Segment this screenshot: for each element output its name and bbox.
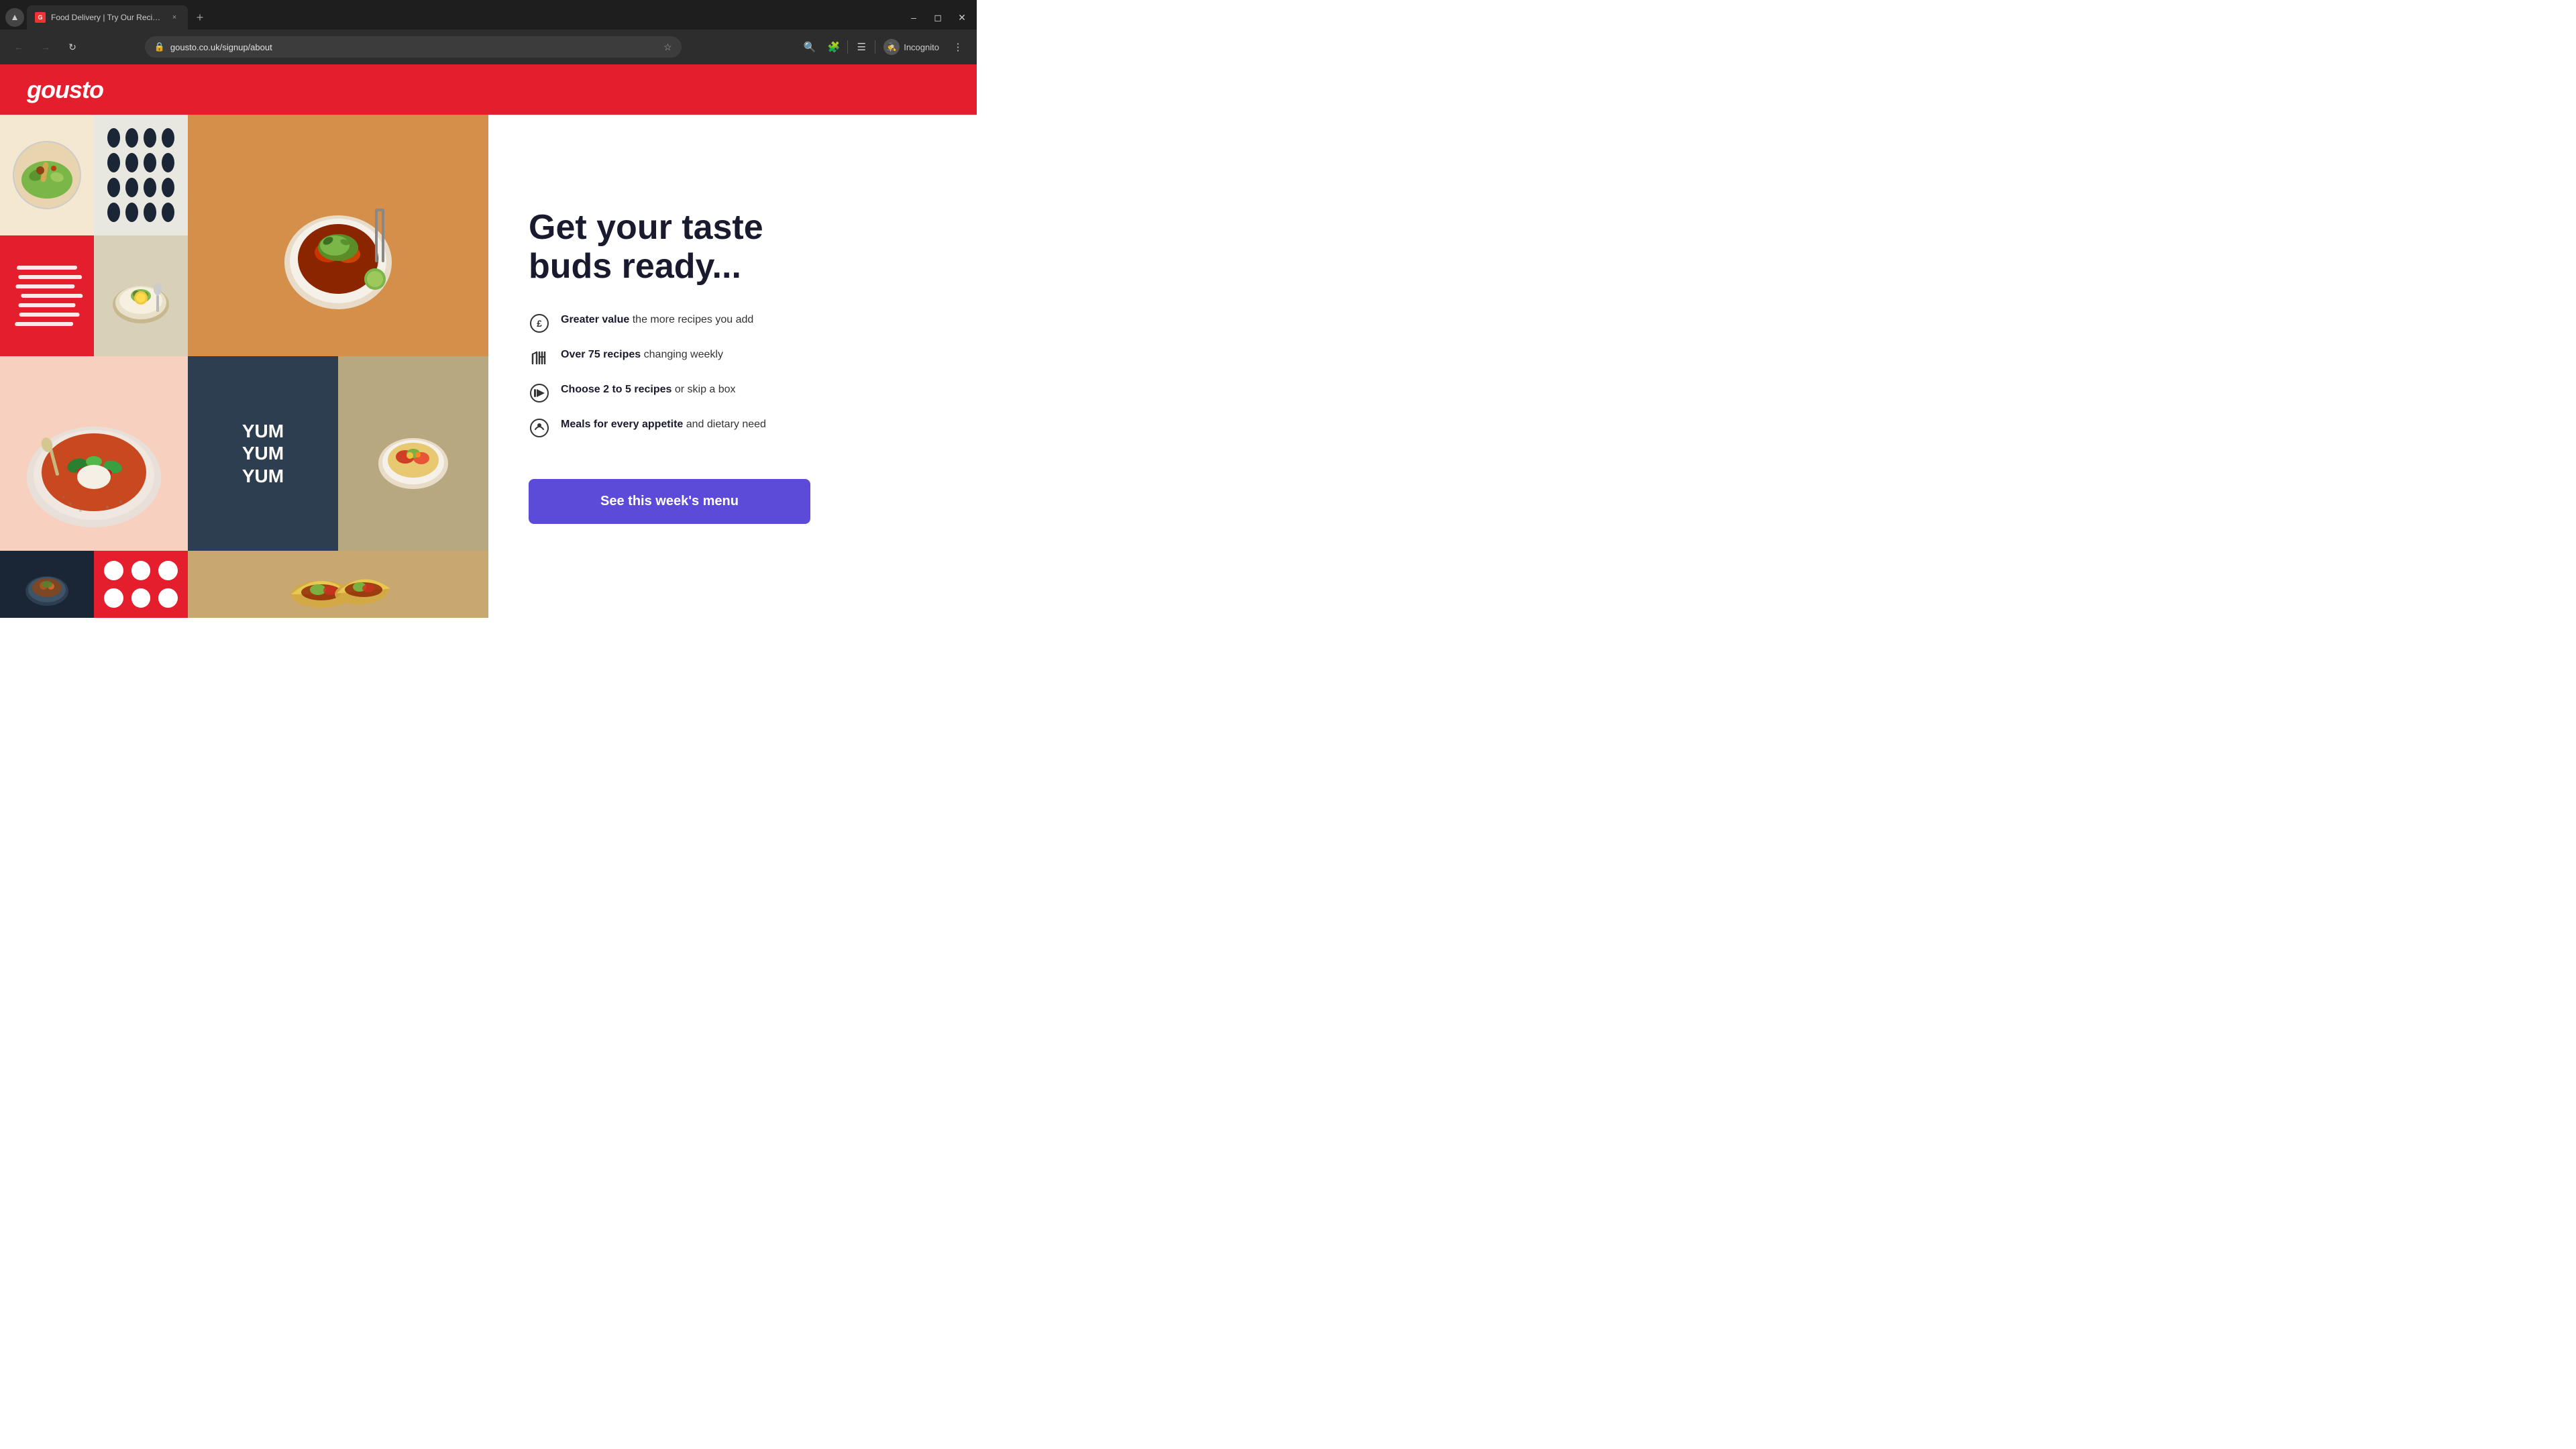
incognito-label: Incognito	[904, 42, 939, 52]
tab-title: Food Delivery | Try Our Recipe ...	[51, 13, 164, 22]
new-tab-button[interactable]: +	[191, 8, 209, 27]
feature-item-value: £ Greater value the more recipes you add	[529, 313, 936, 334]
secure-icon: 🔒	[154, 42, 165, 52]
tab-favicon: G	[35, 12, 46, 23]
see-menu-button[interactable]: See this week's menu	[529, 479, 810, 524]
curry-tile	[0, 356, 188, 551]
search-button[interactable]: 🔍	[799, 36, 820, 58]
polka-dots-tile	[94, 551, 188, 618]
restore-button[interactable]: ◻	[928, 8, 947, 27]
waves-tile	[0, 235, 94, 356]
side-dish-tile	[338, 356, 488, 551]
feature-item-meals: Meals for every appetite and dietary nee…	[529, 417, 936, 439]
minimize-button[interactable]: –	[904, 8, 923, 27]
salad-tile	[0, 115, 94, 235]
browser-chrome: G Food Delivery | Try Our Recipe ... × +…	[0, 0, 977, 64]
reload-button[interactable]: ↻	[62, 36, 83, 58]
headline: Get your taste buds ready...	[529, 209, 936, 285]
tab-bar: G Food Delivery | Try Our Recipe ... × +…	[0, 0, 977, 30]
window-controls: – ◻ ✕	[904, 8, 971, 27]
taco-tile	[188, 115, 488, 356]
yum-text: YUMYUMYUM	[242, 420, 284, 488]
dots-pattern	[94, 115, 188, 235]
stew-tile	[0, 551, 94, 618]
yum-text-tile: YUMYUMYUM	[188, 356, 338, 551]
recipes-icon	[529, 347, 550, 369]
incognito-icon: 🕵	[883, 39, 900, 55]
rice-bowl-tile	[94, 235, 188, 356]
features-list: £ Greater value the more recipes you add	[529, 313, 936, 452]
back-button[interactable]: ←	[8, 36, 30, 58]
tab-close-button[interactable]: ×	[169, 12, 180, 23]
forward-button[interactable]: →	[35, 36, 56, 58]
yum-salad-tile: YUMYUMYUM	[188, 356, 488, 551]
value-icon: £	[529, 313, 550, 334]
separator	[847, 40, 848, 54]
sidebar-button[interactable]: ☰	[851, 36, 872, 58]
feature-item-recipes: Over 75 recipes changing weekly	[529, 347, 936, 369]
content-panel: Get your taste buds ready... £ Greater v…	[488, 115, 977, 618]
bookmark-icon[interactable]: ☆	[663, 42, 672, 53]
dots-tile	[94, 115, 188, 235]
image-grid: YUMYUMYUM	[0, 115, 488, 618]
site-header: gousto	[0, 64, 977, 115]
url-bar[interactable]: 🔒 gousto.co.uk/signup/about ☆	[145, 36, 682, 58]
feature-text-value: Greater value the more recipes you add	[561, 313, 753, 327]
tacos-tile	[188, 551, 488, 618]
address-bar: ← → ↻ 🔒 gousto.co.uk/signup/about ☆ 🔍 🧩 …	[0, 30, 977, 64]
tab-group-button[interactable]	[5, 8, 24, 27]
close-button[interactable]: ✕	[953, 8, 971, 27]
feature-item-choose: Choose 2 to 5 recipes or skip a box	[529, 382, 936, 404]
waves-pattern	[0, 235, 94, 356]
main-content: YUMYUMYUM	[0, 115, 977, 618]
url-text: gousto.co.uk/signup/about	[170, 42, 658, 52]
active-tab[interactable]: G Food Delivery | Try Our Recipe ... ×	[27, 5, 188, 30]
choose-icon	[529, 382, 550, 404]
page: gousto	[0, 64, 977, 618]
toolbar-right: 🔍 🧩 ☰ 🕵 Incognito ⋮	[799, 36, 969, 58]
extensions-button[interactable]: 🧩	[823, 36, 845, 58]
feature-text-recipes: Over 75 recipes changing weekly	[561, 347, 723, 362]
feature-text-choose: Choose 2 to 5 recipes or skip a box	[561, 382, 736, 397]
menu-button[interactable]: ⋮	[947, 36, 969, 58]
incognito-button[interactable]: 🕵 Incognito	[878, 36, 945, 58]
feature-text-meals: Meals for every appetite and dietary nee…	[561, 417, 766, 432]
svg-text:£: £	[537, 318, 542, 329]
gousto-logo: gousto	[27, 76, 103, 104]
meals-icon	[529, 417, 550, 439]
